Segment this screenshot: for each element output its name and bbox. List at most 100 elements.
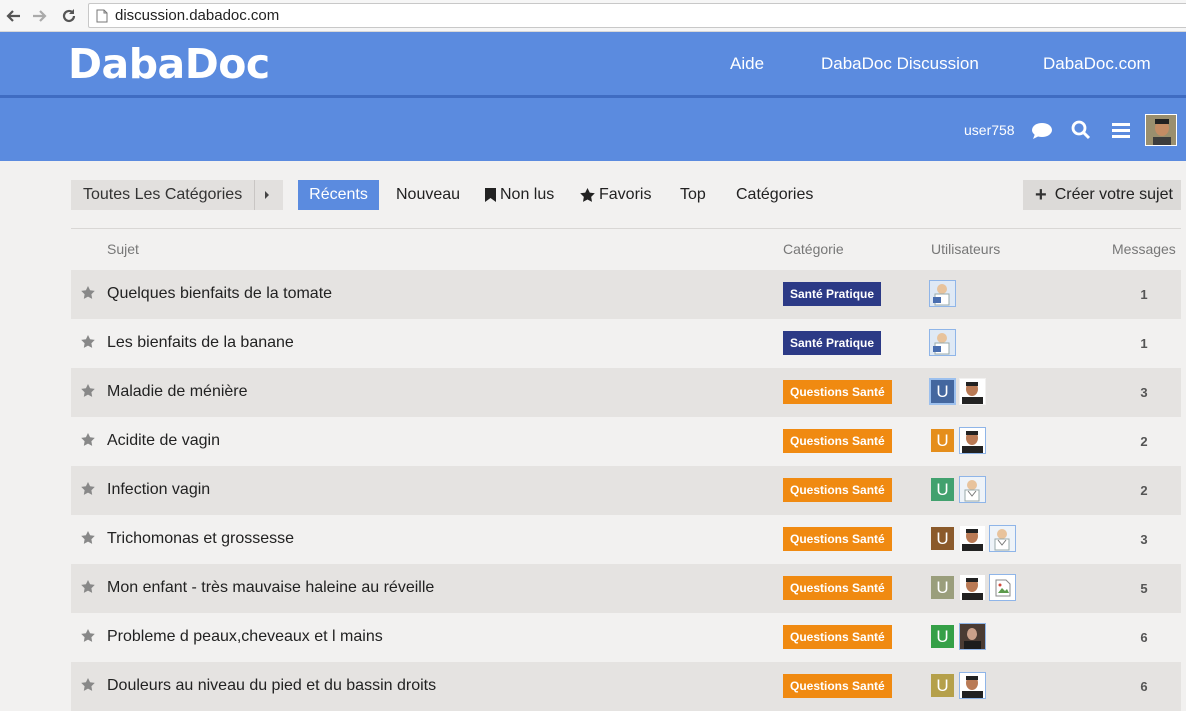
tab-non-lus[interactable]: Non lus: [485, 180, 554, 210]
topic-title[interactable]: Acidite de vagin: [107, 432, 220, 450]
create-topic-label: Créer votre sujet: [1054, 186, 1173, 203]
topic-title[interactable]: Les bienfaits de la banane: [107, 334, 294, 352]
message-count: 2: [1140, 434, 1148, 449]
letter-avatar[interactable]: U: [929, 574, 956, 601]
message-count: 3: [1140, 532, 1148, 547]
site-logo[interactable]: DabaDoc: [68, 40, 270, 88]
doctor-avatar[interactable]: [929, 280, 956, 307]
hamburger-menu-icon[interactable]: [1112, 123, 1130, 144]
star-icon[interactable]: [81, 335, 95, 353]
table-row[interactable]: Acidite de vagin Questions Santé U 2: [71, 417, 1181, 466]
table-row[interactable]: Quelques bienfaits de la tomate Santé Pr…: [71, 270, 1181, 319]
topic-title[interactable]: Maladie de ménière: [107, 383, 248, 401]
user-avatars: U: [929, 378, 986, 405]
topic-title[interactable]: Trichomonas et grossesse: [107, 530, 294, 548]
user-avatars: U: [929, 427, 986, 454]
man-avatar[interactable]: [959, 672, 986, 699]
table-row[interactable]: Infection vagin Questions Santé U 2: [71, 466, 1181, 515]
category-badge[interactable]: Questions Santé: [783, 527, 892, 551]
user-avatars: U: [929, 623, 986, 650]
topic-title[interactable]: Infection vagin: [107, 481, 210, 499]
column-header-categorie[interactable]: Catégorie: [783, 241, 844, 257]
star-icon[interactable]: [81, 678, 95, 696]
plus-icon: +: [1035, 184, 1047, 206]
category-badge[interactable]: Questions Santé: [783, 429, 892, 453]
back-arrow-icon[interactable]: [3, 6, 23, 26]
star-icon: [580, 188, 595, 202]
tab-favoris-label: Favoris: [599, 186, 652, 203]
letter-avatar[interactable]: U: [929, 378, 956, 405]
star-icon[interactable]: [81, 629, 95, 647]
tab-favoris[interactable]: Favoris: [580, 180, 651, 210]
category-badge[interactable]: Questions Santé: [783, 380, 892, 404]
man-avatar[interactable]: [959, 574, 986, 601]
star-icon[interactable]: [81, 531, 95, 549]
column-header-sujet[interactable]: Sujet: [107, 241, 139, 257]
category-dropdown[interactable]: Toutes Les Catégories: [71, 180, 283, 210]
topic-title[interactable]: Mon enfant - très mauvaise haleine au ré…: [107, 579, 434, 597]
doctor-avatar[interactable]: [929, 329, 956, 356]
message-count: 6: [1140, 679, 1148, 694]
category-badge[interactable]: Questions Santé: [783, 625, 892, 649]
photo-avatar[interactable]: [959, 623, 986, 650]
category-badge[interactable]: Santé Pratique: [783, 331, 882, 355]
table-row[interactable]: Mon enfant - très mauvaise haleine au ré…: [71, 564, 1181, 613]
chat-bubble-icon[interactable]: [1031, 122, 1053, 145]
nav-link-aide[interactable]: Aide: [730, 54, 764, 74]
category-badge[interactable]: Questions Santé: [783, 576, 892, 600]
search-icon[interactable]: [1071, 120, 1091, 145]
table-row[interactable]: Les bienfaits de la banane Santé Pratiqu…: [71, 319, 1181, 368]
letter-avatar[interactable]: U: [929, 623, 956, 650]
page-icon: [96, 9, 108, 28]
letter-avatar[interactable]: U: [929, 525, 956, 552]
man-avatar[interactable]: [959, 427, 986, 454]
divider: [71, 228, 1181, 229]
bookmark-icon: [485, 188, 496, 202]
message-count: 6: [1140, 630, 1148, 645]
reload-icon[interactable]: [59, 6, 79, 26]
user-bar: user758: [0, 98, 1186, 161]
column-header-messages[interactable]: Messages: [1112, 241, 1176, 257]
star-icon[interactable]: [81, 580, 95, 598]
site-header: DabaDoc Aide DabaDoc Discussion DabaDoc.…: [0, 32, 1186, 95]
category-badge[interactable]: Questions Santé: [783, 674, 892, 698]
category-badge[interactable]: Questions Santé: [783, 478, 892, 502]
letter-avatar[interactable]: U: [929, 672, 956, 699]
table-row[interactable]: Probleme d peaux,cheveaux et l mains Que…: [71, 613, 1181, 662]
nav-link-dabadoc[interactable]: DabaDoc.com: [1043, 54, 1151, 74]
user-avatar[interactable]: [1145, 114, 1177, 146]
forward-arrow-icon[interactable]: [30, 6, 50, 26]
letter-avatar[interactable]: U: [929, 427, 956, 454]
caret-right-icon[interactable]: [265, 191, 269, 199]
tab-categories[interactable]: Catégories: [736, 180, 813, 210]
star-icon[interactable]: [81, 433, 95, 451]
star-icon[interactable]: [81, 286, 95, 304]
column-header-utilisateurs[interactable]: Utilisateurs: [931, 241, 1000, 257]
topic-title[interactable]: Quelques bienfaits de la tomate: [107, 285, 332, 303]
star-icon[interactable]: [81, 482, 95, 500]
user-avatars: U: [929, 574, 1016, 601]
message-count: 1: [1140, 336, 1148, 351]
user-avatars: U: [929, 672, 986, 699]
tab-recents[interactable]: Récents: [298, 180, 379, 210]
letter-avatar[interactable]: U: [929, 476, 956, 503]
address-bar[interactable]: discussion.dabadoc.com: [88, 3, 1186, 28]
broken-image-icon[interactable]: [989, 574, 1016, 601]
doctor-avatar[interactable]: [989, 525, 1016, 552]
category-dropdown-label: Toutes Les Catégories: [83, 186, 243, 203]
username[interactable]: user758: [964, 122, 1015, 138]
topic-title[interactable]: Douleurs au niveau du pied et du bassin …: [107, 677, 436, 695]
star-icon[interactable]: [81, 384, 95, 402]
category-badge[interactable]: Santé Pratique: [783, 282, 882, 306]
table-row[interactable]: Trichomonas et grossesse Questions Santé…: [71, 515, 1181, 564]
man-avatar[interactable]: [959, 378, 986, 405]
topic-title[interactable]: Probleme d peaux,cheveaux et l mains: [107, 628, 383, 646]
man-avatar[interactable]: [959, 525, 986, 552]
tab-nouveau[interactable]: Nouveau: [396, 180, 460, 210]
nav-link-discussion[interactable]: DabaDoc Discussion: [821, 54, 979, 74]
tab-non-lus-label: Non lus: [500, 186, 555, 203]
create-topic-button[interactable]: + Créer votre sujet: [1023, 180, 1181, 210]
table-row[interactable]: Maladie de ménière Questions Santé U 3: [71, 368, 1181, 417]
tab-top[interactable]: Top: [680, 180, 706, 210]
doctor-avatar[interactable]: [959, 476, 986, 503]
